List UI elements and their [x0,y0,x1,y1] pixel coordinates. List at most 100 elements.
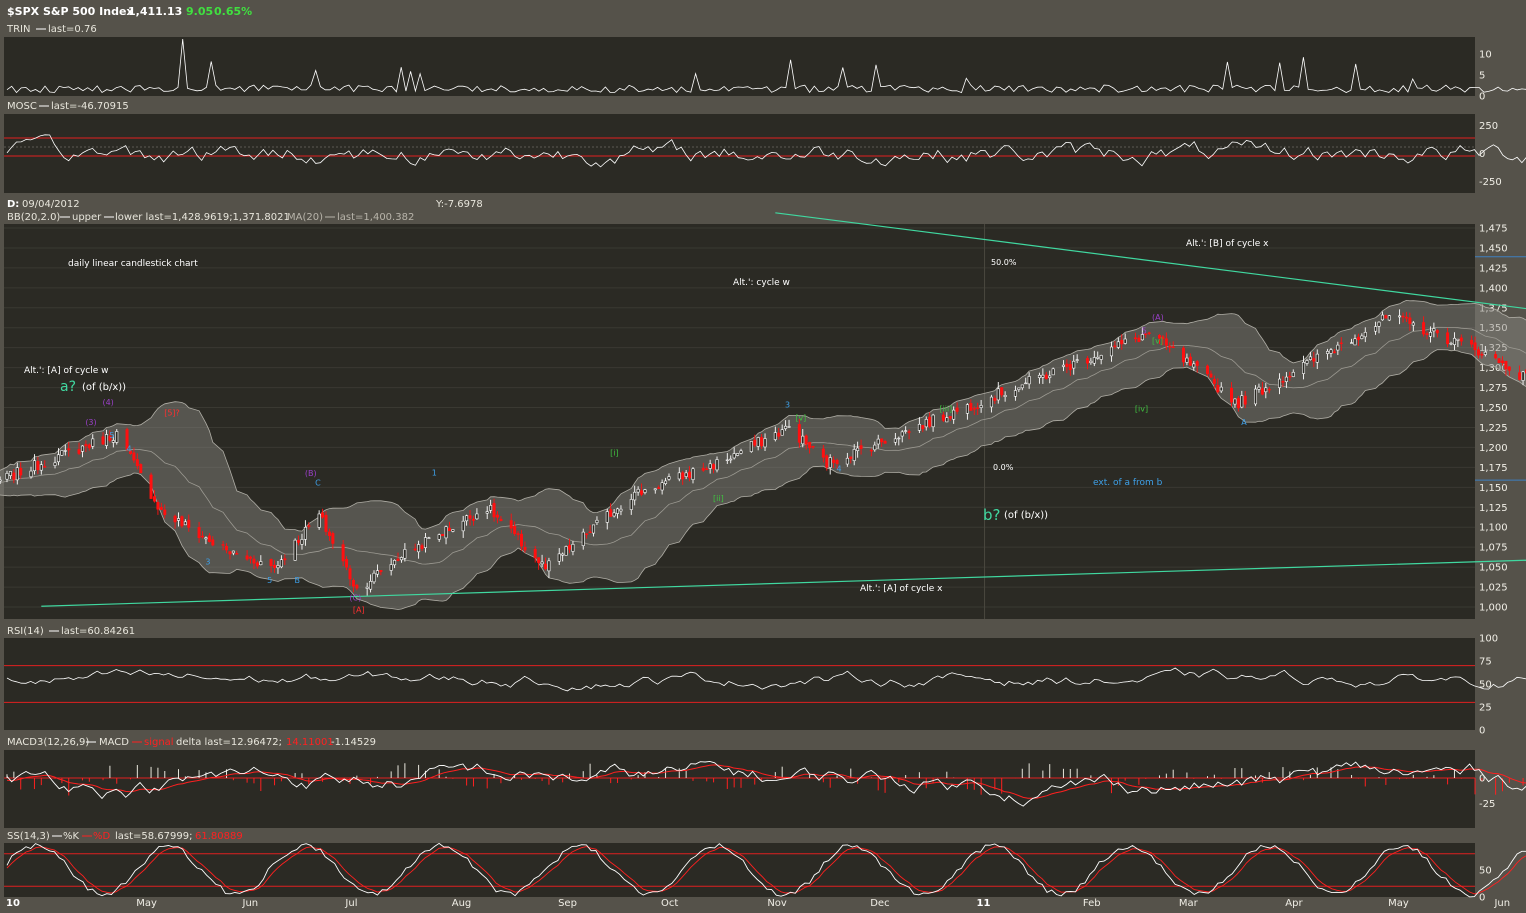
indicator-tick-label: 75 [1479,657,1492,668]
candle-down [495,514,499,518]
candle-up [403,549,407,559]
candle-up [725,459,729,461]
candle-up [465,515,469,522]
candle-up [924,419,928,428]
candle-up [5,473,9,480]
candle-up [1257,386,1261,390]
candle-down [1236,397,1240,409]
candle-up [828,457,832,468]
candle-up [945,417,949,423]
candle-up [660,482,664,491]
wave-count-label: [v] [1152,337,1163,346]
fib-50: 50.0% [991,258,1017,267]
candle-down [1401,315,1405,318]
candle-up [1020,384,1024,389]
candle-down [1044,374,1048,379]
of-b-x-1: (of (b/x)) [82,382,126,393]
candle-down [1188,356,1192,366]
candle-down [1267,388,1271,391]
price-tick-label: 1,075 [1479,543,1508,554]
candle-up [259,561,263,566]
candle-up [8,471,12,476]
candle-up [1350,342,1354,344]
candle-down [235,553,239,555]
candle-up [1041,374,1045,378]
candle-up [547,560,551,572]
candle-up [1264,387,1268,393]
candle-down [201,535,205,538]
candle-up [612,512,616,517]
candle-down [544,563,548,569]
candle-up [595,519,599,523]
candle-down [180,516,184,527]
candle-up [1027,376,1031,385]
candle-down [1470,339,1474,345]
wave-count-label: [v] [795,413,806,422]
price-tick-label: 1,050 [1479,563,1508,574]
candle-down [19,467,23,476]
wave-count-label: [5]? [164,409,180,418]
candle-up [56,454,60,463]
candle-up [1329,349,1333,354]
indicator-tick-label: 0 [1479,893,1485,904]
candle-up [561,553,565,556]
mosc-panel [4,114,1475,193]
candle-down [1339,342,1343,344]
price-tick-label: 1,275 [1479,383,1508,394]
wave-count-label: (4) [102,398,113,407]
wave-count-label: B [295,576,301,585]
candle-up [231,550,235,554]
candle-up [1254,388,1258,405]
candle-down [221,544,225,546]
candle-up [427,537,431,539]
macd-red-legend: 14.11001 [286,737,334,748]
wave-count-label: 3 [205,558,210,567]
indicator-tick-label: 5 [1479,70,1485,81]
candle-up [0,479,2,482]
macd-label: MACD3(12,26,9) [7,737,89,748]
candle-down [712,464,716,470]
candle-down [499,518,503,522]
candle-down [331,533,335,544]
candle-down [1168,345,1172,348]
candle-down [420,545,424,549]
candle-down [568,545,572,550]
candle-down [1408,317,1412,324]
candle-down [533,548,537,559]
price-change: 9.05 [186,5,213,18]
wave-count-label: 5 [267,576,272,585]
indicator-tick-label: 0 [1479,92,1485,103]
candle-down [283,558,287,561]
candle-down [1120,339,1124,345]
candle-down [808,442,812,449]
wave-count-label: (C) [349,594,361,603]
candle-down [1480,353,1484,356]
candle-down [832,459,836,463]
candle-down [1288,376,1292,378]
rsi-legend: last=60.84261 [61,626,135,637]
candle-up [1089,360,1093,363]
candle-up [1336,344,1340,351]
candle-up [1387,315,1391,321]
candle-down [1494,354,1498,359]
x-axis-label: Mar [1179,898,1199,909]
price-tick-label: 1,225 [1479,423,1508,434]
candle-up [1326,351,1330,354]
candle-down [249,556,253,559]
indicator-tick-label: 25 [1479,703,1492,714]
x-axis-label: Jul [344,898,357,909]
candle-up [1185,357,1189,363]
candle-up [1411,322,1415,326]
candle-up [856,447,860,451]
candle-down [1504,360,1508,370]
candle-up [1315,353,1319,363]
x-axis-label: May [1388,898,1409,909]
candle-up [1398,315,1402,318]
rsi-label: RSI(14) [7,626,44,637]
x-axis-label: Feb [1083,898,1101,909]
wave-count-label: (3) [85,418,96,427]
candle-down [84,444,88,447]
candle-up [1192,363,1196,368]
bb-label: BB(20,2.0) [7,212,60,223]
price-tick-label: 1,450 [1479,243,1508,254]
